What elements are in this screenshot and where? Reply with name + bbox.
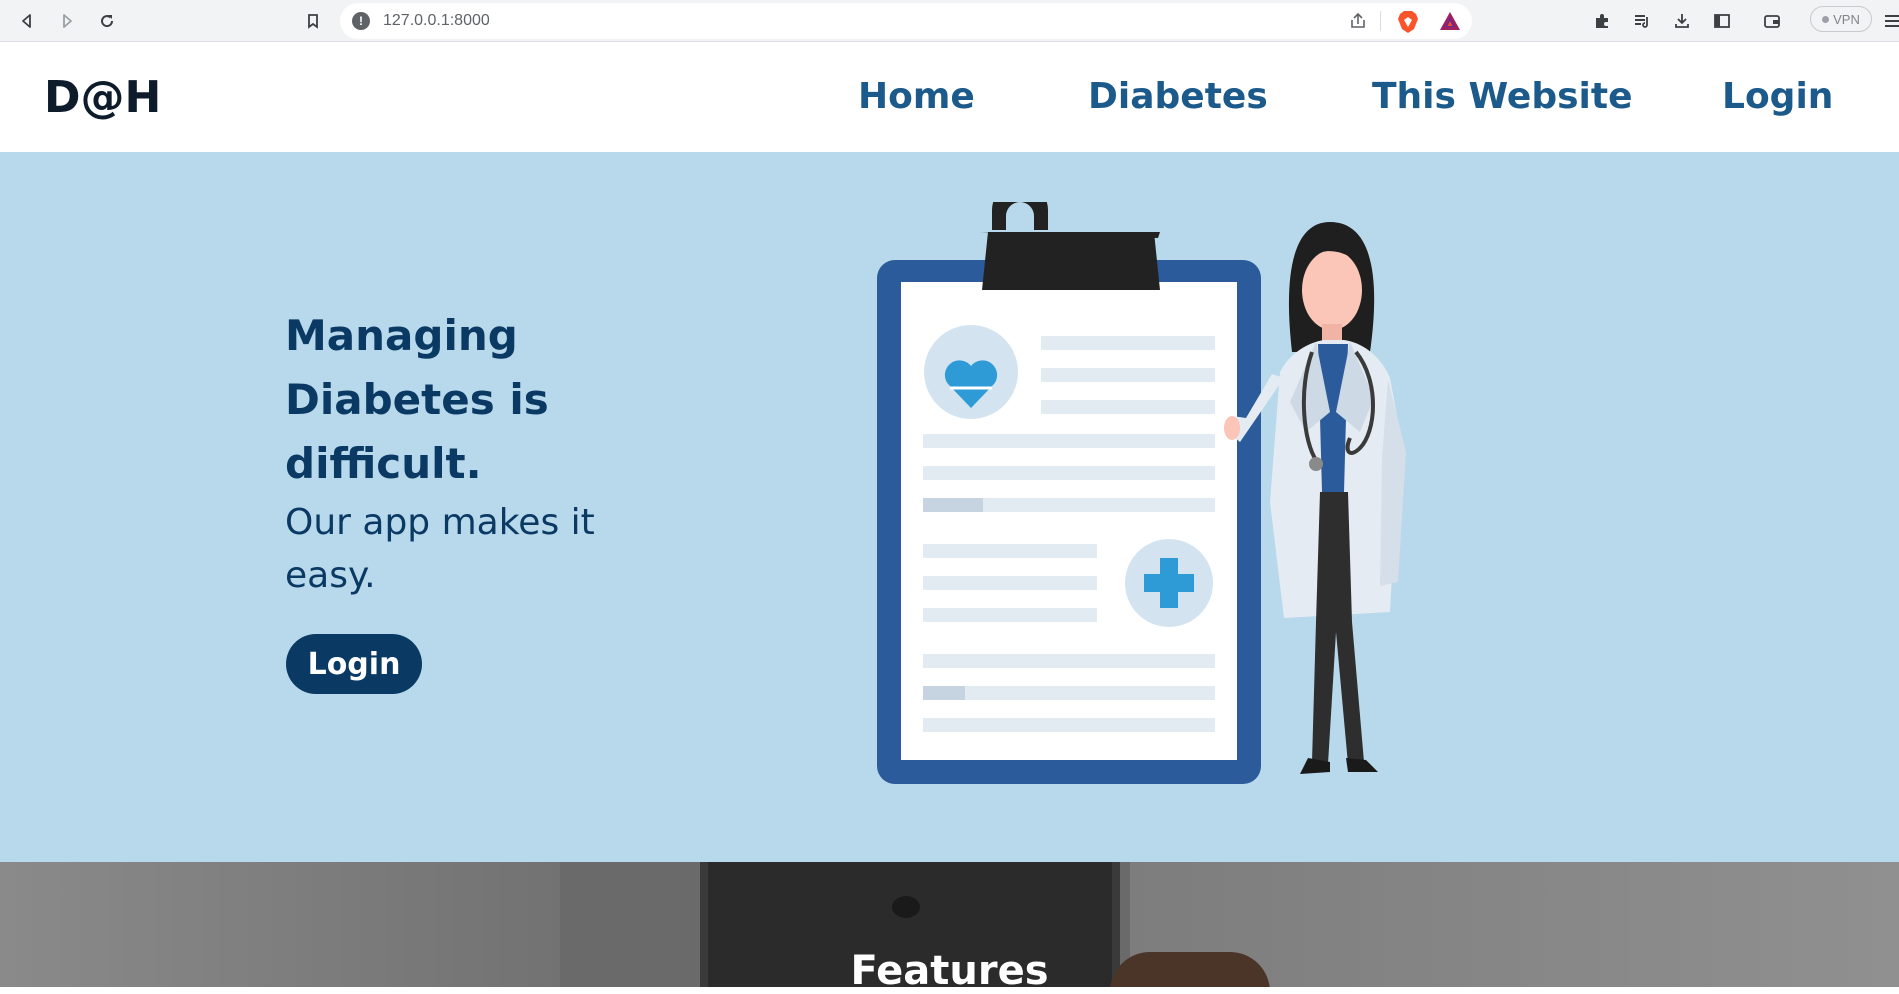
menu-icon[interactable] [1880, 6, 1899, 36]
hero-login-button[interactable]: Login [286, 634, 422, 694]
browser-toolbar: ! 127.0.0.1:8000 VPN [0, 0, 1899, 42]
nav-login[interactable]: Login [1722, 76, 1833, 117]
hero-section: Managing Diabetes is difficult. Our app … [0, 152, 1899, 862]
doctor-with-clipboard-illustration [877, 202, 1406, 784]
rewards-icon[interactable] [1439, 11, 1461, 31]
sidebar-icon[interactable] [1707, 6, 1737, 36]
playlist-icon[interactable] [1627, 6, 1657, 36]
address-bar[interactable]: ! 127.0.0.1:8000 [340, 3, 1472, 39]
extensions-icon[interactable] [1587, 6, 1617, 36]
vpn-button[interactable]: VPN [1810, 6, 1872, 32]
url-text: 127.0.0.1:8000 [383, 12, 490, 29]
divider [1380, 11, 1381, 31]
nav-this-website[interactable]: This Website [1372, 76, 1633, 117]
back-icon[interactable] [12, 6, 42, 36]
wallet-icon[interactable] [1757, 6, 1787, 36]
nav-home[interactable]: Home [858, 76, 975, 117]
reload-icon[interactable] [92, 6, 122, 36]
brand-logo[interactable]: D@H [44, 72, 161, 123]
features-title: Features [850, 948, 1049, 994]
site-info-icon[interactable]: ! [352, 12, 370, 30]
forward-icon[interactable] [52, 6, 82, 36]
vpn-label: VPN [1833, 11, 1860, 27]
nav-diabetes[interactable]: Diabetes [1088, 76, 1268, 117]
vpn-status-icon [1822, 15, 1830, 23]
hero-subline: Our app makes it easy. [285, 502, 595, 596]
hero-headline: Managing Diabetes is difficult. [285, 311, 549, 488]
site-header: D@H Home Diabetes This Website Login [0, 42, 1899, 152]
bookmark-icon[interactable] [298, 6, 328, 36]
download-icon[interactable] [1667, 6, 1697, 36]
share-icon[interactable] [1348, 11, 1368, 35]
meter-button [892, 896, 920, 918]
brave-shield-icon[interactable] [1397, 10, 1419, 34]
